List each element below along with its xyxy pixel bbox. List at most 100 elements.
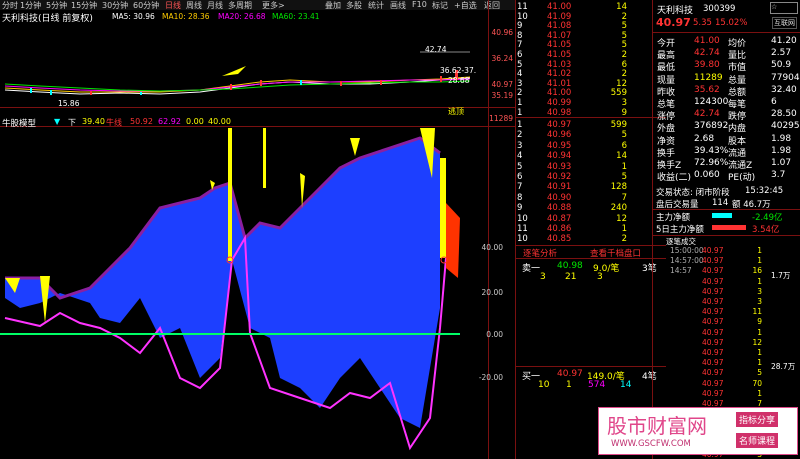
level-num: 1 [517, 120, 523, 130]
star-icon[interactable]: ☆ [770, 2, 798, 14]
tab-multi[interactable]: 多周期 [228, 0, 252, 11]
indicator-val5: 40.00 [208, 117, 231, 126]
level-price: 40.97 [547, 120, 572, 130]
ask-row[interactable]: 4 41.02 2 [517, 69, 657, 79]
indicator-val4: 0.00 [186, 117, 204, 126]
ask-row[interactable]: 11 41.00 14 [517, 2, 657, 12]
bid-row[interactable]: 6 40.92 5 [517, 172, 657, 182]
bid-row[interactable]: 10 40.87 12 [517, 214, 657, 224]
level-volume: 599 [610, 120, 627, 130]
tape-volume: 3 [757, 297, 762, 306]
ask-row[interactable]: 7 41.05 5 [517, 40, 657, 50]
tab-more[interactable]: 更多> [262, 0, 285, 11]
bid-row[interactable]: 9 40.88 240 [517, 203, 657, 213]
industry-badge[interactable]: 互联网 [772, 17, 797, 29]
ask-row[interactable]: 10 41.09 2 [517, 12, 657, 22]
quote-label: 流通 [728, 148, 747, 159]
indicator-arrow-icon[interactable]: ▼ [54, 117, 60, 126]
up-arrow-icon [222, 66, 246, 76]
bid-row[interactable]: 11 40.86 1 [517, 224, 657, 234]
draw-button[interactable]: 画线 [390, 0, 406, 11]
ask-row[interactable]: 3 41.01 12 [517, 79, 657, 89]
bid-row[interactable]: 7 40.91 128 [517, 182, 657, 192]
ask-row[interactable]: 8 41.07 5 [517, 31, 657, 41]
f10-button[interactable]: F10 [412, 0, 427, 9]
overlay-button[interactable]: 叠加 [325, 0, 341, 11]
level-volume: 1 [621, 224, 627, 234]
quote-label: 均价 [728, 39, 747, 49]
period-toolbar: 分时 1分钟 5分钟 15分钟 30分钟 60分钟 日线 周线 月线 多周期 更… [0, 0, 515, 10]
level-volume: 12 [616, 213, 627, 224]
ask-row[interactable]: 6 41.05 2 [517, 50, 657, 60]
level-price: 40.87 [547, 213, 572, 224]
ask-row[interactable]: 5 41.03 6 [517, 60, 657, 70]
bid-row[interactable]: 3 40.95 6 [517, 141, 657, 151]
quote-label: 流通Z [728, 161, 753, 171]
tape-row: 15:00:00 40.97 1 [670, 246, 800, 257]
tab-monthly[interactable]: 月线 [207, 0, 223, 11]
divider [515, 0, 516, 459]
tape-time: 15:00:00 [670, 246, 704, 255]
teacher-course-tag[interactable]: 名师课程 [736, 433, 779, 448]
buy1-sub: 1 [566, 380, 572, 390]
quote-label: 净资 [657, 136, 676, 147]
tape-price: 40.97 [702, 358, 724, 368]
tab-15min[interactable]: 15分钟 [71, 0, 97, 11]
tab-60min[interactable]: 60分钟 [133, 0, 159, 11]
tape-volume: 1 [757, 348, 762, 357]
tab-daily[interactable]: 日线 [165, 0, 181, 11]
quote-value: 1.98 [771, 145, 792, 156]
ask-row[interactable]: 2 41.00 559 [517, 88, 657, 98]
bid-row[interactable]: 2 40.96 5 [517, 130, 657, 140]
quote-value: 11289 [694, 72, 723, 83]
stats-button[interactable]: 统计 [368, 0, 384, 11]
buy1-sub: 10 [538, 380, 550, 390]
add-favorite-button[interactable]: +自选 [454, 0, 477, 11]
tab-weekly[interactable]: 周线 [186, 0, 202, 11]
level-volume: 7 [621, 192, 627, 203]
bid-row[interactable]: 4 40.94 14 [517, 151, 657, 161]
level-price: 40.95 [547, 140, 572, 151]
quote-label: 市值 [728, 63, 747, 74]
tape-volume: 11 [752, 307, 762, 317]
bid-row[interactable]: 8 40.90 7 [517, 193, 657, 203]
tape-price: 40.97 [702, 327, 724, 337]
indicator-share-tag[interactable]: 指标分享 [736, 412, 779, 427]
ma5-label: MA5: 30.96 [112, 12, 155, 21]
level-price: 41.02 [547, 69, 572, 80]
tab-5min[interactable]: 5分钟 [46, 0, 67, 11]
tape-price: 40.97 [702, 256, 724, 266]
mark-button[interactable]: 标记 [432, 0, 448, 11]
tape-time: 14:57:00 [670, 256, 704, 266]
watermark-banner: 股市财富网 WWW.GSCFW.COM 指标分享 名师课程 [598, 407, 798, 455]
level-price: 41.00 [547, 88, 572, 99]
tab-30min[interactable]: 30分钟 [102, 0, 128, 11]
five-day-net-value: 3.54亿 [752, 225, 780, 235]
level-volume: 5 [621, 130, 627, 141]
quote-label: 最高 [657, 51, 676, 62]
bid-row[interactable]: 10 40.85 2 [517, 234, 657, 244]
quote-value: 32.40 [771, 84, 797, 95]
level-volume: 6 [621, 59, 627, 70]
ask-row[interactable]: 1 40.99 3 [517, 98, 657, 108]
quote-label: 总量 [728, 75, 747, 86]
level-volume: 559 [610, 88, 627, 99]
tab-fenshi[interactable]: 分时 [2, 0, 18, 11]
tape-row: 14:57:00 40.97 1 [670, 256, 800, 267]
ask-row[interactable]: 9 41.08 5 [517, 21, 657, 31]
buy1-price: 40.97 [557, 369, 583, 379]
bid-row[interactable]: 1 40.97 599 [517, 120, 657, 130]
level-num: 3 [517, 140, 523, 151]
level-volume: 1 [621, 161, 627, 172]
level-volume: 3 [621, 98, 627, 108]
level-volume: 2 [621, 69, 627, 80]
tab-1min[interactable]: 1分钟 [20, 0, 41, 11]
main-net-label: 主力净额 [656, 213, 691, 223]
buy1-count: 4笔 [642, 372, 657, 382]
level-num: 10 [517, 11, 528, 22]
level-num: 10 [517, 213, 528, 224]
level-price: 41.03 [547, 59, 572, 70]
multi-stock-button[interactable]: 多股 [346, 0, 362, 11]
quote-label: 涨停 [657, 112, 676, 123]
bid-row[interactable]: 5 40.93 1 [517, 162, 657, 172]
